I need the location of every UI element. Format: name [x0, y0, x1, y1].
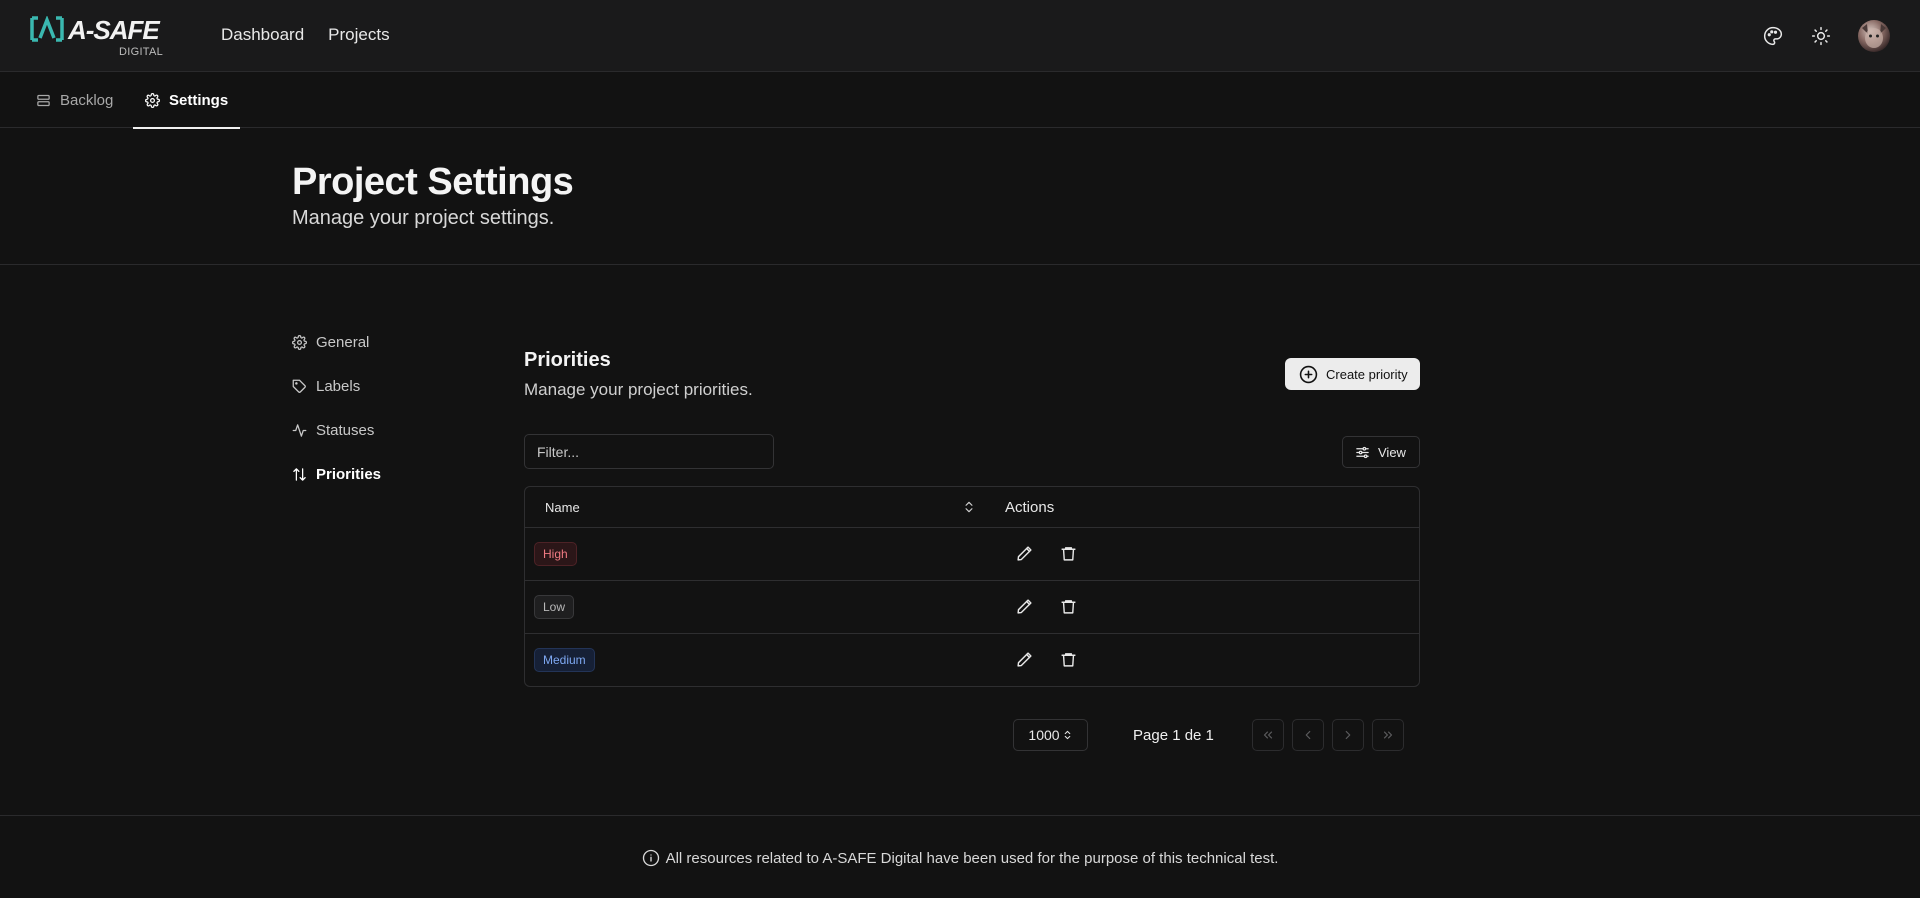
logo-mark-icon: [30, 16, 64, 42]
page-title: Project Settings: [292, 161, 574, 203]
chevron-updown-icon: [1064, 730, 1070, 740]
a-safe-logo[interactable]: A-SAFE DIGITAL: [30, 14, 164, 58]
gear-icon: [292, 334, 307, 350]
project-tabs: Backlog Settings: [0, 72, 1920, 129]
priority-badge: Medium: [534, 648, 595, 672]
list-icon: [37, 94, 50, 106]
pencil-icon[interactable]: [1016, 598, 1033, 615]
view-options-button[interactable]: View: [1342, 436, 1420, 468]
settings-sidebar: General Labels Statuses Priorities: [292, 320, 492, 496]
priorities-table: Name Actions High Low Medium: [524, 486, 1420, 687]
palette-icon[interactable]: [1762, 25, 1784, 47]
nav-dashboard[interactable]: Dashboard: [221, 25, 304, 45]
header-actions: [1762, 20, 1890, 52]
first-page-button[interactable]: [1252, 719, 1284, 751]
page-info: Page 1 de 1: [1133, 727, 1214, 744]
sidebar-item-priorities[interactable]: Priorities: [292, 452, 492, 496]
trash-icon[interactable]: [1060, 651, 1077, 668]
sort-icon[interactable]: [962, 499, 976, 515]
nav-projects[interactable]: Projects: [328, 25, 389, 45]
column-header-name[interactable]: Name: [545, 500, 580, 515]
table-row: Medium: [525, 634, 1419, 686]
sidebar-item-labels[interactable]: Labels: [292, 364, 492, 408]
footer-text: All resources related to A-SAFE Digital …: [665, 849, 1279, 867]
footer-notice: All resources related to A-SAFE Digital …: [0, 849, 1920, 867]
priority-badge: Low: [534, 595, 575, 619]
chevron-left-icon: [1305, 730, 1311, 740]
sidebar-item-label: Labels: [316, 377, 361, 395]
last-page-button[interactable]: [1372, 719, 1404, 751]
tag-icon: [292, 379, 306, 393]
sidebar-item-statuses[interactable]: Statuses: [292, 408, 492, 452]
tab-settings-label: Settings: [169, 91, 229, 109]
activity-icon: [292, 423, 307, 437]
sidebar-item-label: Priorities: [316, 465, 382, 483]
sidebar-item-general[interactable]: General: [292, 320, 492, 364]
brand-subtitle: DIGITAL: [119, 46, 164, 58]
top-header: A-SAFE DIGITAL Dashboard Projects: [0, 0, 1920, 72]
pencil-icon[interactable]: [1016, 651, 1033, 668]
filter-input[interactable]: [524, 434, 774, 469]
tab-backlog[interactable]: Backlog: [36, 72, 113, 128]
chevron-right-icon: [1345, 730, 1351, 740]
page-size-select[interactable]: 1000: [1013, 719, 1088, 751]
page-subtitle: Manage your project settings.: [292, 207, 555, 229]
tab-settings[interactable]: Settings: [133, 72, 241, 129]
sort-arrows-icon: [293, 467, 306, 481]
page-size-value: 1000: [1028, 727, 1060, 743]
user-avatar[interactable]: [1858, 20, 1890, 52]
main-nav: Dashboard Projects: [221, 25, 390, 45]
sliders-icon: [1356, 446, 1369, 458]
brand-name: A-SAFE: [68, 15, 160, 45]
create-priority-label: Create priority: [1326, 366, 1408, 382]
section-title: Priorities: [524, 349, 611, 371]
footer: All resources related to A-SAFE Digital …: [0, 815, 1920, 898]
pencil-icon[interactable]: [1016, 545, 1033, 562]
pagination-controls: [1252, 719, 1404, 751]
section-subtitle: Manage your project priorities.: [524, 380, 753, 399]
chevrons-left-icon: [1263, 731, 1273, 739]
trash-icon[interactable]: [1060, 545, 1077, 562]
column-header-actions: Actions: [1005, 499, 1055, 516]
priority-badge: High: [534, 542, 577, 566]
sidebar-item-label: General: [316, 333, 370, 351]
chevrons-right-icon: [1383, 731, 1393, 739]
create-priority-button[interactable]: Create priority: [1285, 358, 1420, 390]
previous-page-button[interactable]: [1292, 719, 1324, 751]
table-header: Name Actions: [525, 487, 1419, 528]
sidebar-item-label: Statuses: [316, 421, 375, 439]
next-page-button[interactable]: [1332, 719, 1364, 751]
tab-backlog-label: Backlog: [60, 91, 114, 109]
info-icon: [642, 849, 659, 867]
trash-icon[interactable]: [1060, 598, 1077, 615]
table-row: High: [525, 528, 1419, 581]
plus-circle-icon: [1299, 365, 1318, 383]
table-row: Low: [525, 581, 1419, 634]
sun-icon[interactable]: [1810, 25, 1832, 47]
gear-icon: [145, 92, 160, 108]
view-label: View: [1378, 444, 1406, 460]
page-header: Project Settings Manage your project set…: [0, 129, 1920, 265]
